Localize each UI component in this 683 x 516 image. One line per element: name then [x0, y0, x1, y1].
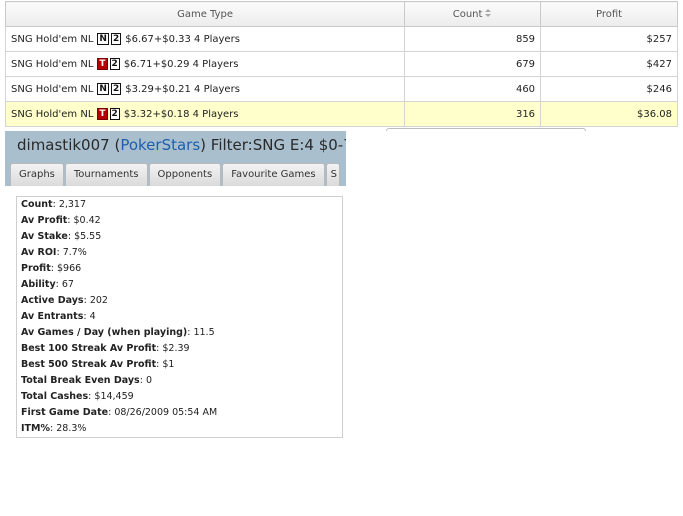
- stat-value: 7.7%: [62, 247, 87, 258]
- player-count-tag-icon: 2: [109, 108, 120, 120]
- tab-tournaments[interactable]: Tournaments: [64, 163, 148, 186]
- game-tag-icon: T: [97, 108, 108, 120]
- tab-graphs[interactable]: Graphs: [10, 163, 64, 186]
- stat-first-game-date: First Game Date: 08/26/2009 05:54 AM: [21, 407, 218, 418]
- stat-av-profit: Av Profit: $0.42: [21, 215, 101, 226]
- stat-value: 0: [145, 375, 152, 386]
- game-stakes: $3.32+$0.18 4 Players: [123, 109, 239, 120]
- stat-av-roi: Av ROI: 7.7%: [21, 247, 87, 258]
- stat-value: 202: [89, 295, 108, 306]
- game-stakes: $6.71+$0.29 4 Players: [123, 59, 239, 70]
- game-type-cell: SNG Hold'em NL N 2 $6.67+$0.33 4 Players: [4, 26, 406, 52]
- game-name: SNG Hold'em NL: [11, 109, 94, 120]
- column-header-count[interactable]: Count: [404, 1, 542, 27]
- stat-label: Av ROI: [21, 247, 57, 258]
- player-count-tag-icon: 2: [109, 58, 120, 70]
- stat-label: Total Cashes: [21, 391, 89, 402]
- stat-value: $0.42: [73, 215, 101, 226]
- stat-label: Ability: [21, 279, 56, 290]
- stat-label: First Game Date: [21, 407, 109, 418]
- profit-cell: $257: [540, 26, 678, 52]
- game-stakes: $3.29+$0.21 4 Players: [125, 84, 240, 95]
- stat-value: $2.39: [162, 343, 190, 354]
- player-count-tag-icon: 2: [110, 33, 122, 45]
- stat-best-500-streak: Best 500 Streak Av Profit: $1: [21, 359, 175, 370]
- stat-label: Active Days: [21, 295, 84, 306]
- tab-favourite-games[interactable]: Favourite Games: [222, 163, 325, 186]
- player-count-tag-icon: 2: [110, 83, 122, 95]
- stat-itm: ITM%: 28.3%: [21, 423, 87, 434]
- stat-label: Best 500 Streak Av Profit: [21, 359, 157, 370]
- player-name: dimastik007: [17, 136, 110, 154]
- stat-value: $5.55: [74, 231, 102, 242]
- game-name: SNG Hold'em NL: [11, 84, 94, 95]
- stat-label: Profit: [21, 263, 51, 274]
- stat-label: Av Profit: [21, 215, 68, 226]
- stat-label: Total Break Even Days: [21, 375, 140, 386]
- stat-break-even-days: Total Break Even Days: 0: [21, 375, 152, 386]
- tab-overflow[interactable]: S: [325, 163, 340, 186]
- stat-label: Av Entrants: [21, 311, 84, 322]
- sort-icon[interactable]: [485, 8, 492, 18]
- game-type-table: Game Type Count Profit SNG Hold'em NL N 2 $…: [4, 1, 678, 127]
- stat-value: $1: [162, 359, 175, 370]
- player-title: dimastik007 (PokerStars) Filter:SNG E:4 …: [17, 136, 346, 154]
- stat-count: Count: 2,317: [21, 199, 87, 210]
- stat-value: $966: [57, 263, 82, 274]
- filter-text: Filter:SNG E:4 $0-7: [210, 136, 346, 154]
- game-tag-icon: T: [97, 58, 108, 70]
- stat-total-cashes: Total Cashes: $14,459: [21, 391, 134, 402]
- player-stats-box: Count: 2,317 Av Profit: $0.42 Av Stake: …: [16, 196, 343, 438]
- stat-value: 28.3%: [56, 423, 87, 434]
- game-type-cell: SNG Hold'em NL N 2 $3.29+$0.21 4 Players: [4, 76, 406, 102]
- game-name: SNG Hold'em NL: [11, 59, 94, 70]
- column-header-count-label: Count: [452, 8, 483, 20]
- stat-value: 08/26/2009 05:54 AM: [114, 407, 218, 418]
- game-type-cell: SNG Hold'em NL T 2 $3.32+$0.18 4 Players: [4, 101, 406, 127]
- stat-label: ITM%: [21, 423, 50, 434]
- poker-site-link[interactable]: PokerStars: [120, 136, 200, 154]
- game-type-cell: SNG Hold'em NL T 2 $6.71+$0.29 4 Players: [4, 51, 406, 77]
- column-header-game-type[interactable]: Game Type: [4, 1, 406, 27]
- stat-ability: Ability: 67: [21, 279, 74, 290]
- stat-best-100-streak: Best 100 Streak Av Profit: $2.39: [21, 343, 190, 354]
- stat-label: Av Games / Day (when playing): [21, 327, 188, 338]
- paren-close: ): [200, 136, 206, 154]
- stat-active-days: Active Days: 202: [21, 295, 108, 306]
- table-row-selected[interactable]: SNG Hold'em NL T 2 $3.32+$0.18 4 Players 31…: [4, 101, 678, 127]
- stat-profit: Profit: $966: [21, 263, 82, 274]
- stat-label: Av Stake: [21, 231, 68, 242]
- table-row[interactable]: SNG Hold'em NL T 2 $6.71+$0.29 4 Players 67…: [4, 51, 678, 77]
- stat-av-games-per-day: Av Games / Day (when playing): 11.5: [21, 327, 215, 338]
- profit-cell: $36.08: [540, 101, 678, 127]
- game-stakes: $6.67+$0.33 4 Players: [125, 34, 240, 45]
- game-tag-icon: N: [97, 33, 109, 45]
- count-cell: 316: [404, 101, 542, 127]
- stat-value: 11.5: [193, 327, 215, 338]
- count-cell: 679: [404, 51, 542, 77]
- count-cell: 460: [404, 76, 542, 102]
- stat-value: 67: [61, 279, 74, 290]
- player-panel-header: dimastik007 (PokerStars) Filter:SNG E:4 …: [5, 131, 346, 186]
- stat-av-stake: Av Stake: $5.55: [21, 231, 102, 242]
- table-row[interactable]: SNG Hold'em NL N 2 $6.67+$0.33 4 Players 85…: [4, 26, 678, 52]
- popup-edge: [386, 128, 586, 131]
- tab-bar: Graphs Tournaments Opponents Favourite Game…: [10, 163, 341, 186]
- stat-av-entrants: Av Entrants: 4: [21, 311, 96, 322]
- stat-value: $14,459: [94, 391, 134, 402]
- stat-value: 4: [89, 311, 96, 322]
- table-header-row: Game Type Count Profit: [4, 1, 678, 27]
- count-cell: 859: [404, 26, 542, 52]
- stat-label: Best 100 Streak Av Profit: [21, 343, 157, 354]
- game-name: SNG Hold'em NL: [11, 34, 94, 45]
- game-tag-icon: N: [97, 83, 109, 95]
- stat-label: Count: [21, 199, 53, 210]
- table-row[interactable]: SNG Hold'em NL N 2 $3.29+$0.21 4 Players 46…: [4, 76, 678, 102]
- tab-opponents[interactable]: Opponents: [148, 163, 222, 186]
- column-header-profit[interactable]: Profit: [540, 1, 678, 27]
- profit-cell: $427: [540, 51, 678, 77]
- profit-cell: $246: [540, 76, 678, 102]
- stat-value: 2,317: [58, 199, 87, 210]
